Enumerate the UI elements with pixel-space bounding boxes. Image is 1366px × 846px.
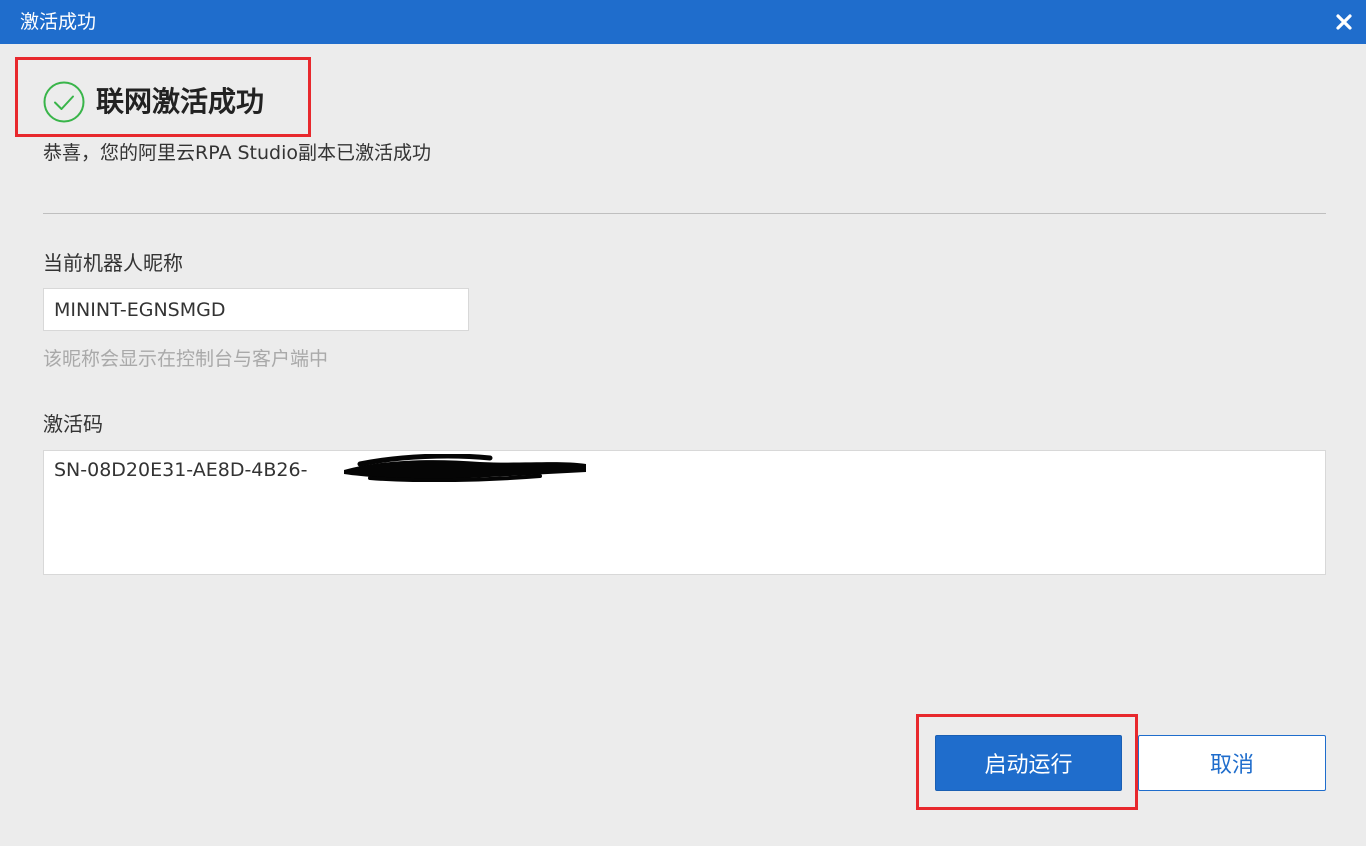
robot-name-hint: 该昵称会显示在控制台与客户端中 [43, 348, 329, 370]
start-run-button[interactable]: 启动运行 [935, 735, 1122, 791]
activation-code-field[interactable]: SN-08D20E31-AE8D-4B26- [43, 450, 1326, 575]
divider [43, 213, 1326, 214]
success-message: 恭喜，您的阿里云RPA Studio副本已激活成功 [43, 142, 431, 164]
window-title: 激活成功 [20, 11, 97, 33]
redaction-mark [344, 454, 586, 482]
close-button[interactable] [1330, 8, 1358, 36]
activation-dialog: 激活成功 联网激活成功 恭喜，您的阿里云RPA Studio副本已激活成功 当前… [0, 0, 1366, 846]
robot-name-input[interactable] [43, 288, 469, 331]
cancel-button[interactable]: 取消 [1138, 735, 1326, 791]
result-heading-row: 联网激活成功 [42, 80, 264, 124]
result-heading: 联网激活成功 [96, 85, 265, 118]
title-bar: 激活成功 [0, 0, 1366, 44]
check-circle-icon [43, 81, 85, 123]
activation-code-label: 激活码 [43, 412, 103, 436]
close-icon [1336, 14, 1352, 30]
robot-name-label: 当前机器人昵称 [43, 251, 183, 275]
